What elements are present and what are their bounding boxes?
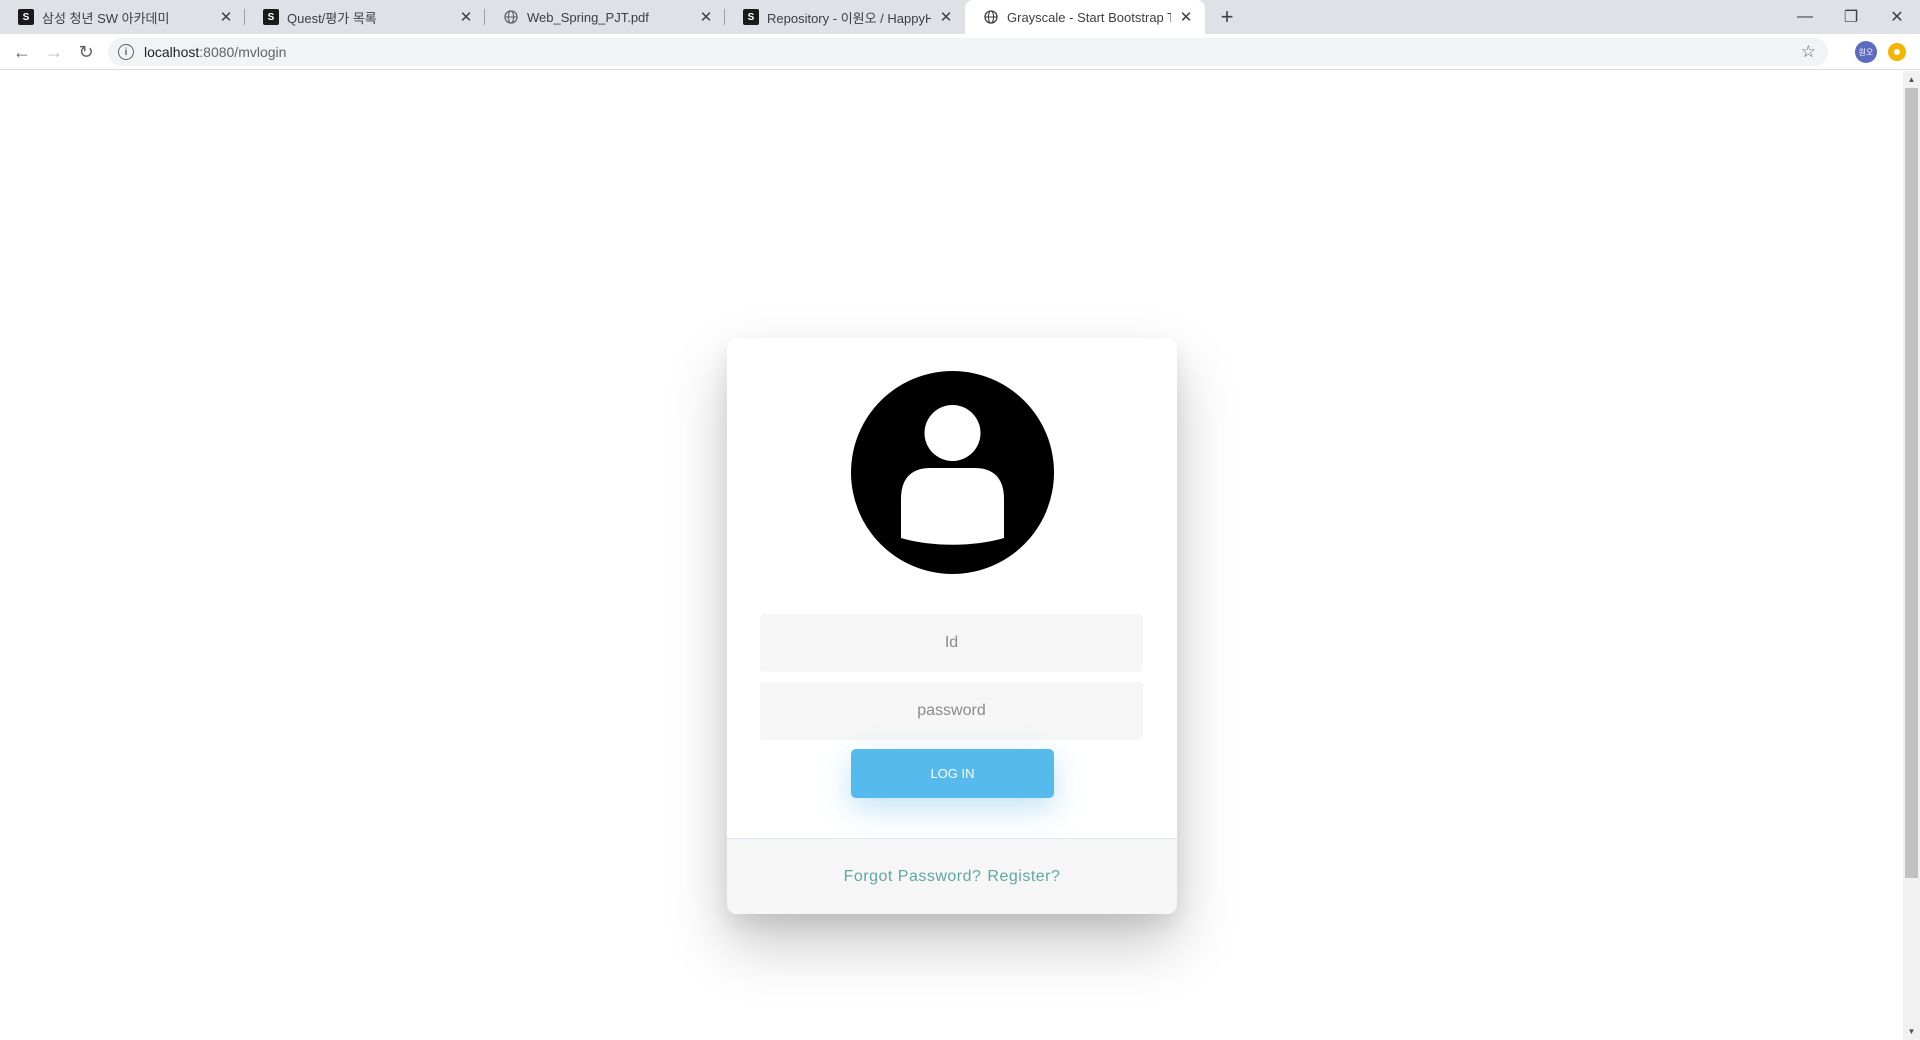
bookmark-star-icon[interactable]: ☆	[1801, 42, 1816, 62]
close-icon[interactable]: ✕	[697, 8, 715, 26]
url-path: :8080/mvlogin	[199, 44, 287, 60]
forward-icon[interactable]: →	[40, 38, 68, 66]
scrollbar-thumb[interactable]	[1905, 88, 1918, 878]
back-icon[interactable]: ←	[8, 38, 36, 66]
scroll-up-icon[interactable]: ▲	[1903, 71, 1920, 88]
url-host: localhost	[144, 44, 200, 60]
tab-ssafy[interactable]: S 삼성 청년 SW 아카데미 ✕	[0, 0, 245, 34]
samsung-icon: S	[18, 9, 34, 25]
scroll-down-icon[interactable]: ▼	[1903, 1023, 1920, 1040]
samsung-icon: S	[263, 9, 279, 25]
tab-grayscale[interactable]: Grayscale - Start Bootstrap The ✕	[965, 0, 1205, 34]
card-footer: Forgot Password? Register?	[727, 838, 1177, 914]
url-text[interactable]: localhost:8080/mvlogin	[144, 44, 286, 60]
close-icon[interactable]: ✕	[937, 8, 955, 26]
info-icon[interactable]: i	[118, 44, 134, 60]
close-icon[interactable]: ✕	[1177, 8, 1195, 26]
close-window-icon[interactable]: ✕	[1874, 0, 1920, 34]
vertical-scrollbar[interactable]: ▲ ▼	[1903, 71, 1920, 1040]
tab-quest[interactable]: S Quest/평가 목록 ✕	[245, 0, 485, 34]
id-input[interactable]	[760, 614, 1143, 672]
close-icon[interactable]: ✕	[457, 8, 475, 26]
register-link[interactable]: Register?	[987, 868, 1060, 886]
tab-pdf[interactable]: Web_Spring_PJT.pdf ✕	[485, 0, 725, 34]
minimize-icon[interactable]: —	[1782, 0, 1828, 34]
tab-title: Web_Spring_PJT.pdf	[527, 9, 649, 25]
password-input[interactable]	[760, 682, 1143, 740]
tab-title: Repository - 이원오 / HappyHou	[767, 10, 931, 26]
page-viewport: LOG IN Forgot Password? Register?	[0, 71, 1903, 1040]
user-avatar-icon	[851, 371, 1054, 574]
login-button[interactable]: LOG IN	[851, 749, 1054, 798]
tab-repository[interactable]: S Repository - 이원오 / HappyHou ✕	[725, 0, 965, 34]
browser-toolbar: ← → ↻ i localhost:8080/mvlogin ☆	[0, 34, 1920, 70]
tab-strip: S 삼성 청년 SW 아카데미 ✕ S Quest/평가 목록 ✕ Web_Sp…	[0, 0, 1920, 34]
close-icon[interactable]: ✕	[217, 8, 235, 26]
new-tab-button[interactable]: +	[1214, 4, 1240, 30]
samsung-icon: S	[743, 9, 759, 25]
profile-avatar[interactable]: 원오	[1855, 41, 1877, 63]
reload-icon[interactable]: ↻	[72, 38, 100, 66]
tab-title: 삼성 청년 SW 아카데미	[42, 10, 170, 26]
login-card: LOG IN Forgot Password? Register?	[727, 338, 1177, 914]
globe-icon	[983, 9, 999, 25]
forgot-password-link[interactable]: Forgot Password?	[844, 868, 982, 886]
extension-icon[interactable]	[1888, 43, 1906, 61]
restore-icon[interactable]: ❐	[1828, 0, 1874, 34]
tab-title: Grayscale - Start Bootstrap The	[1007, 9, 1171, 25]
address-bar[interactable]: i localhost:8080/mvlogin ☆	[108, 38, 1828, 66]
tab-title: Quest/평가 목록	[287, 10, 377, 26]
globe-icon	[503, 9, 519, 25]
